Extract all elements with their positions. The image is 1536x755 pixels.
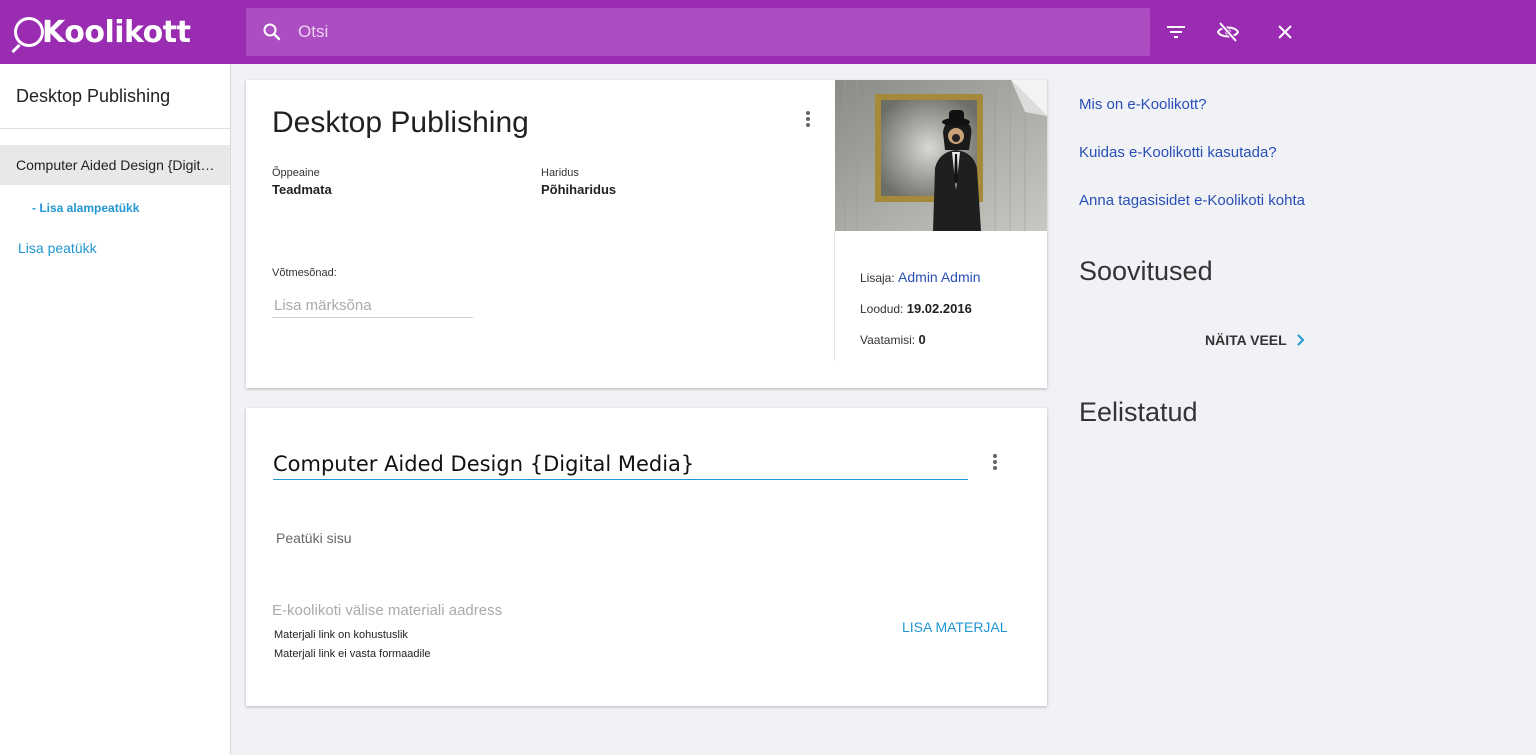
add-chapter-link[interactable]: Lisa peatükk: [18, 240, 97, 256]
keywords-label: Võtmesõnad:: [272, 267, 337, 279]
sidebar: Desktop Publishing Computer Aided Design…: [0, 64, 231, 755]
creator-label: Lisaja:: [860, 271, 895, 285]
search-input[interactable]: [298, 22, 1098, 42]
keyword-input[interactable]: [272, 294, 473, 318]
link-what-is[interactable]: Mis on e-Koolikott?: [1079, 96, 1207, 113]
recommendations-heading: Soovitused: [1079, 256, 1213, 286]
add-subchapter-link[interactable]: - Lisa alampeatükk: [32, 201, 139, 215]
creator-link[interactable]: Admin Admin: [898, 269, 980, 285]
education-value: Põhiharidus: [541, 182, 617, 197]
top-app-bar: Koolikott: [0, 0, 1536, 64]
filter-icon[interactable]: [1164, 20, 1188, 44]
info-divider: [834, 231, 835, 361]
chapter-card: Computer Aided Design {Digital Media} Pe…: [246, 408, 1047, 706]
error-required: Materjali link on kohustuslik: [274, 629, 408, 641]
sidebar-item-chapter[interactable]: Computer Aided Design {Digital Media}: [0, 145, 230, 185]
subject-label: Õppeaine: [272, 167, 320, 179]
created-label: Loodud:: [860, 302, 904, 316]
sidebar-title[interactable]: Desktop Publishing: [16, 86, 170, 107]
views-info: Vaatamisi: 0: [860, 332, 926, 347]
logo[interactable]: Koolikott: [14, 12, 191, 52]
portfolio-thumbnail: [835, 80, 1047, 231]
link-how-to-use[interactable]: Kuidas e-Koolikotti kasutada?: [1079, 144, 1277, 161]
search-icon: [263, 23, 281, 41]
views-label: Vaatamisi:: [860, 333, 916, 347]
search-bar[interactable]: [246, 8, 1150, 56]
show-more-button[interactable]: NÄITA VEEL: [1205, 332, 1309, 348]
more-vert-icon[interactable]: [796, 107, 820, 131]
logo-text: Koolikott: [42, 14, 191, 50]
sidebar-divider: [0, 128, 230, 129]
logo-magnifier-icon: [14, 17, 44, 47]
favorites-heading: Eelistatud: [1079, 397, 1198, 427]
chapter-content-field[interactable]: Peatüki sisu: [276, 530, 351, 546]
material-url-input[interactable]: [272, 598, 692, 622]
subject-value: Teadmata: [272, 182, 332, 197]
created-info: Loodud: 19.02.2016: [860, 301, 972, 316]
show-more-label: NÄITA VEEL: [1205, 332, 1287, 348]
education-label: Haridus: [541, 167, 579, 179]
eye-off-icon[interactable]: [1216, 20, 1240, 44]
creator-info: Lisaja: Admin Admin: [860, 269, 981, 285]
error-format: Materjali link ei vasta formaadile: [274, 648, 431, 660]
add-material-button[interactable]: LISA MATERJAL: [902, 619, 1008, 635]
views-value: 0: [918, 332, 926, 347]
link-feedback[interactable]: Anna tagasisidet e-Koolikoti kohta: [1079, 192, 1305, 209]
close-icon[interactable]: [1273, 20, 1297, 44]
more-vert-icon[interactable]: [983, 450, 1007, 474]
portfolio-title: Desktop Publishing: [272, 106, 529, 139]
chapter-title-input[interactable]: Computer Aided Design {Digital Media}: [273, 452, 968, 480]
created-value: 19.02.2016: [906, 301, 972, 316]
portfolio-summary-card: Desktop Publishing Õppeaine Teadmata Har…: [246, 80, 1047, 388]
chevron-right-icon: [1296, 334, 1305, 346]
